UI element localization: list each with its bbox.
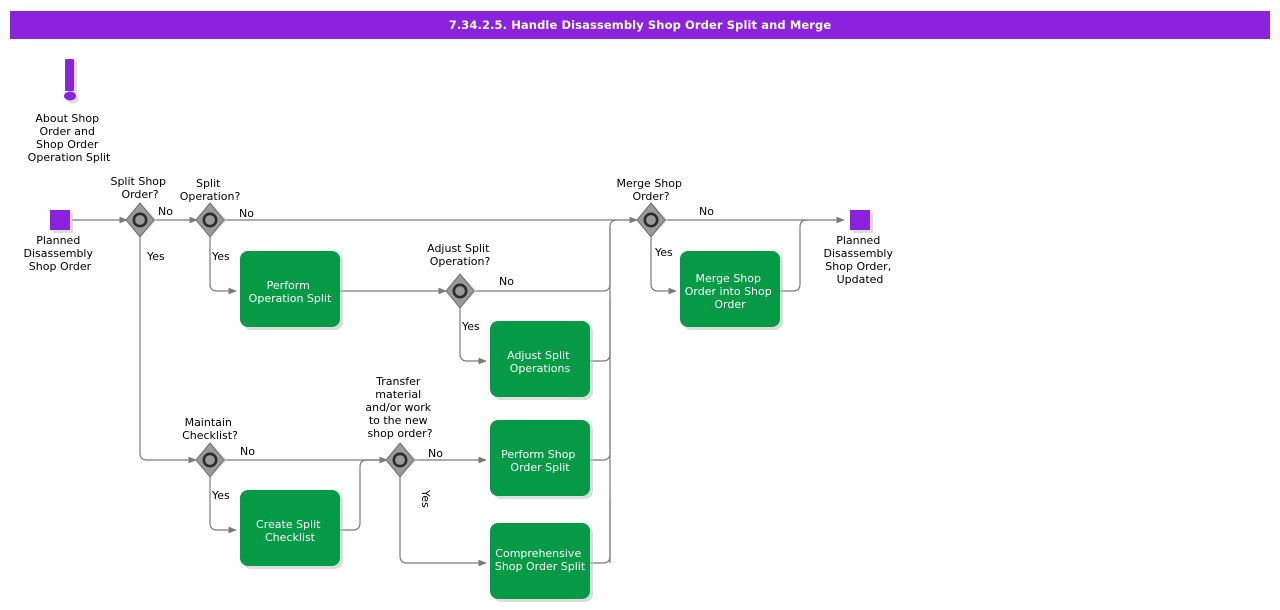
task-adjust-split-operations[interactable]: Adjust Split Operations — [490, 321, 593, 400]
gateway-merge-shop-order-diamond — [636, 202, 666, 238]
start-event-marker — [50, 210, 70, 230]
flow-adjust-split-operation-no — [473, 219, 618, 292]
flow-create-split-checklist-out — [340, 459, 387, 531]
task-create-split-checklist-label: Create Split Checklist — [256, 518, 324, 544]
gateway-split-shop-order-label: Split Shop Order? — [110, 175, 169, 201]
exclamation-dot-icon — [64, 91, 76, 101]
gateway-maintain-checklist-label: Maintain Checklist? — [182, 416, 238, 442]
gateway-split-shop-order[interactable]: Split Shop Order? No Yes — [110, 175, 173, 263]
gateway-split-operation-diamond — [195, 202, 225, 238]
edge-label-transfer-material-yes: Yes — [419, 489, 432, 508]
gateway-split-shop-order-diamond — [125, 202, 155, 238]
task-perform-operation-split[interactable]: Perform Operation Split — [240, 251, 343, 330]
gateway-merge-shop-order-label: Merge Shop Order? — [616, 177, 685, 203]
annotation-label: About Shop Order and Shop Order Operatio… — [28, 112, 111, 164]
gateway-transfer-material-diamond — [385, 442, 415, 478]
flow-adjust-split-operation-yes — [459, 305, 487, 365]
exclamation-mark-icon — [65, 59, 74, 91]
edge-label-adjust-split-operation-yes: Yes — [461, 320, 480, 333]
gateway-transfer-material-label: Transfer material and/or work to the new… — [365, 375, 434, 440]
end-event-label: Planned Disassembly Shop Order, Updated — [824, 234, 897, 286]
edge-label-merge-shop-order-no: No — [699, 205, 714, 218]
process-diagram: 7.34.2.5. Handle Disassembly Shop Order … — [0, 0, 1280, 610]
edge-label-adjust-split-operation-no: No — [499, 275, 514, 288]
edge-label-split-operation-no: No — [239, 207, 254, 220]
task-adjust-split-operations-label: Adjust Split Operations — [507, 349, 573, 375]
gateway-split-operation-label: Split Operation? — [180, 177, 241, 203]
edge-label-maintain-checklist-yes: Yes — [211, 489, 230, 502]
start-event-label: Planned Disassembly Shop Order — [24, 234, 97, 273]
edge-label-split-operation-yes: Yes — [211, 250, 230, 263]
flow-merge-shop-order-yes — [650, 234, 677, 295]
flow-maintain-checklist-yes — [209, 474, 237, 534]
end-event-marker — [850, 210, 870, 230]
edge-label-merge-shop-order-yes: Yes — [654, 246, 673, 259]
edge-label-transfer-material-no: No — [428, 447, 443, 460]
flow-merge-task-to-end — [780, 219, 808, 292]
gateway-maintain-checklist-diamond — [195, 442, 225, 478]
gateway-merge-shop-order[interactable]: Merge Shop Order? No Yes — [616, 177, 714, 259]
edge-label-maintain-checklist-no: No — [240, 445, 255, 458]
edge-label-split-shop-order-yes: Yes — [146, 250, 165, 263]
annotation-group: About Shop Order and Shop Order Operatio… — [28, 59, 111, 164]
task-comprehensive-shop-order-split[interactable]: Comprehensive Shop Order Split — [490, 523, 593, 602]
gateway-adjust-split-operation-diamond — [445, 273, 475, 309]
end-event[interactable]: Planned Disassembly Shop Order, Updated — [824, 210, 897, 286]
gateway-maintain-checklist[interactable]: Maintain Checklist? No Yes — [182, 416, 255, 502]
task-perform-shop-order-split-label: Perform Shop Order Split — [501, 448, 579, 474]
edge-label-split-shop-order-no: No — [158, 205, 173, 218]
gateway-transfer-material[interactable]: Transfer material and/or work to the new… — [365, 375, 443, 508]
gateway-adjust-split-operation-label: Adjust Split Operation? — [427, 242, 493, 268]
gateway-adjust-split-operation[interactable]: Adjust Split Operation? No Yes — [427, 242, 514, 333]
flow-transfer-material-yes — [399, 474, 487, 567]
task-comprehensive-shop-order-split-label: Comprehensive Shop Order Split — [495, 547, 586, 573]
diagram-canvas: About Shop Order and Shop Order Operatio… — [24, 59, 897, 602]
task-merge-shop-order-into-shop-order[interactable]: Merge Shop Order into Shop Order — [680, 251, 783, 330]
task-perform-shop-order-split[interactable]: Perform Shop Order Split — [490, 420, 593, 499]
task-create-split-checklist[interactable]: Create Split Checklist — [240, 490, 343, 569]
